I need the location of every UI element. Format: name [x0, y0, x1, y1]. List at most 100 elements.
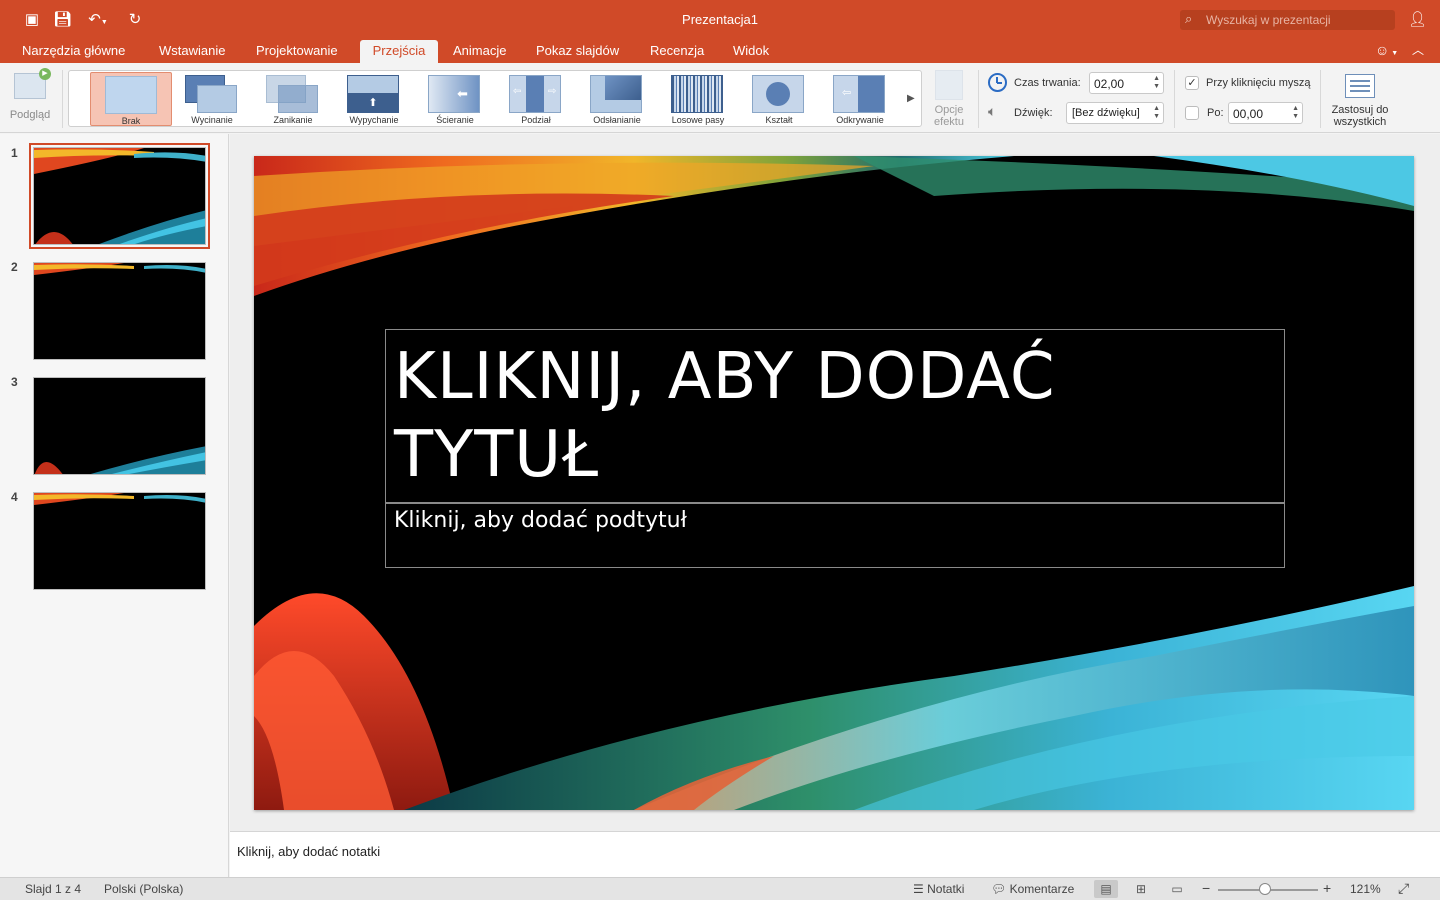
after-stepper[interactable]: ▲▼	[1228, 102, 1303, 124]
select-arrows-icon: ▲ ▼	[1153, 105, 1160, 120]
title-line-1: KLIKNIJ, ABY DODAĆ	[394, 340, 1056, 414]
stepper-arrows-icon[interactable]: ▲ ▼	[1292, 105, 1299, 121]
duration-input[interactable]	[1094, 76, 1149, 91]
fit-to-window-icon[interactable]: ⤢	[1398, 880, 1409, 897]
gallery-more-arrow-icon[interactable]: ▶	[907, 93, 915, 104]
slideshow-view-icon[interactable]: ▭	[1165, 880, 1189, 898]
preview-icon	[14, 68, 51, 99]
current-slide[interactable]: KLIKNIJ, ABY DODAĆ TYTUŁ Kliknij, aby do…	[254, 156, 1414, 810]
title-placeholder[interactable]: KLIKNIJ, ABY DODAĆ TYTUŁ	[385, 329, 1285, 503]
transition-random-bars-icon	[671, 75, 723, 113]
notes-toggle[interactable]: ☰ Notatki	[913, 882, 964, 896]
divider	[1174, 70, 1175, 128]
transition-label: Kształt	[765, 115, 793, 125]
slides-pane: 1 2 3 4	[0, 134, 229, 878]
zoom-slider-knob[interactable]	[1259, 883, 1271, 895]
clock-icon	[988, 73, 1007, 92]
comment-icon: 💬︎	[991, 882, 1007, 896]
feedback-smiley-icon[interactable]: ☺ ▼	[1375, 42, 1398, 58]
notes-placeholder: Kliknij, aby dodać notatki	[237, 844, 381, 859]
transition-label: Ścieranie	[436, 115, 474, 125]
apply-to-all-icon	[1345, 74, 1375, 98]
transition-none-icon	[105, 76, 157, 114]
tab-design[interactable]: Projektowanie	[246, 40, 348, 63]
thumbnail-artwork	[34, 446, 205, 474]
slide-thumbnail-3[interactable]	[33, 377, 206, 475]
sound-select[interactable]: [Bez dźwięku] ▲ ▼	[1066, 102, 1164, 124]
on-click-checkbox[interactable]: ✓	[1185, 76, 1199, 90]
redo-icon[interactable]: ↻	[126, 11, 144, 29]
transition-shape-icon	[752, 75, 804, 113]
divider	[978, 70, 979, 128]
slide-number: 1	[11, 146, 18, 160]
undo-icon[interactable]: ↶▼	[84, 11, 112, 29]
zoom-level[interactable]: 121%	[1350, 882, 1381, 896]
slide-thumbnail-1[interactable]	[29, 143, 210, 249]
transitions-gallery: Brak Wycinanie Zanikanie ⬆ Wypychanie ⬅ …	[68, 70, 922, 127]
divider	[62, 70, 63, 128]
tab-transitions[interactable]: Przejścia	[360, 40, 438, 63]
preview-button[interactable]: Podgląd	[8, 68, 52, 127]
transition-split-icon: ⇦ ⇨	[509, 75, 561, 113]
transition-none[interactable]: Brak	[90, 72, 172, 126]
slide-thumbnail-2[interactable]	[33, 262, 206, 360]
language-indicator[interactable]: Polski (Polska)	[104, 882, 183, 896]
tab-insert[interactable]: Wstawianie	[149, 40, 235, 63]
effect-options-button[interactable]: Opcje efektu	[928, 70, 970, 130]
slide-editor: KLIKNIJ, ABY DODAĆ TYTUŁ Kliknij, aby do…	[230, 134, 1440, 831]
after-checkbox[interactable]	[1185, 106, 1199, 120]
transition-wipe[interactable]: ⬅ Ścieranie	[414, 72, 496, 126]
stepper-arrows-icon[interactable]: ▲ ▼	[1153, 75, 1160, 91]
slide-number: 2	[11, 260, 18, 274]
transition-label: Wypychanie	[349, 115, 399, 125]
after-input[interactable]	[1233, 106, 1288, 121]
transition-label: Wycinanie	[191, 115, 233, 125]
transition-push-icon: ⬆	[347, 75, 399, 113]
transition-fade[interactable]: Zanikanie	[252, 72, 334, 126]
apply-to-all-button[interactable]: Zastosuj do wszystkich	[1325, 68, 1395, 130]
preview-label: Podgląd	[9, 109, 51, 121]
transition-uncover[interactable]: ⇦ Odkrywanie	[819, 72, 901, 126]
slide-sorter-view-icon[interactable]: ⊞	[1129, 880, 1153, 898]
transition-push[interactable]: ⬆ Wypychanie	[333, 72, 415, 126]
search-box[interactable]: ⌕	[1180, 10, 1395, 30]
search-icon: ⌕	[1185, 11, 1193, 26]
normal-view-icon[interactable]: ▤	[1094, 880, 1118, 898]
notes-label: Notatki	[927, 882, 965, 896]
zoom-out-icon[interactable]: −	[1202, 880, 1210, 896]
comments-label: Komentarze	[1009, 882, 1075, 896]
transition-reveal[interactable]: Odsłanianie	[576, 72, 658, 126]
transition-label: Brak	[121, 116, 141, 126]
subtitle-placeholder[interactable]: Kliknij, aby dodać podtytuł	[385, 503, 1285, 568]
title-line-2: TYTUŁ	[394, 418, 600, 492]
collapse-ribbon-icon[interactable]: ︿	[1412, 41, 1424, 58]
notes-pane[interactable]: Kliknij, aby dodać notatki	[230, 831, 1440, 877]
transition-random-bars[interactable]: Losowe pasy	[657, 72, 739, 126]
add-person-icon[interactable]: 👤︎	[1408, 10, 1427, 28]
tab-view[interactable]: Widok	[723, 40, 779, 63]
tab-review[interactable]: Recenzja	[640, 40, 714, 63]
transition-shape[interactable]: Kształt	[738, 72, 820, 126]
apply-to-all-label-line1: Zastosuj do	[1331, 104, 1389, 116]
duration-stepper[interactable]: ▲▼	[1089, 72, 1164, 94]
zoom-in-icon[interactable]: +	[1323, 880, 1331, 896]
tab-animations[interactable]: Animacje	[443, 40, 516, 63]
transition-label: Podział	[521, 115, 551, 125]
transition-cut[interactable]: Wycinanie	[171, 72, 253, 126]
transition-label: Odkrywanie	[836, 115, 884, 125]
transition-split[interactable]: ⇦ ⇨ Podział	[495, 72, 577, 126]
tab-home[interactable]: Narzędzia główne	[12, 40, 135, 63]
transition-reveal-icon	[590, 75, 642, 113]
title-text: KLIKNIJ, ABY DODAĆ TYTUŁ	[394, 338, 1274, 494]
save-icon[interactable]: 💾︎	[53, 11, 72, 29]
comments-toggle[interactable]: 💬︎ Komentarze	[991, 882, 1074, 896]
search-input[interactable]	[1206, 12, 1391, 28]
sidebar-toggle-icon[interactable]: ▣	[23, 11, 41, 29]
transition-label: Zanikanie	[273, 115, 313, 125]
thumbnail-artwork	[34, 493, 205, 505]
slide-thumbnail-4[interactable]	[33, 492, 206, 590]
status-bar: Slajd 1 z 4 Polski (Polska) ☰ Notatki 💬︎…	[0, 877, 1440, 900]
tab-slideshow[interactable]: Pokaz slajdów	[526, 40, 629, 63]
effect-options-label-line2: efektu	[934, 116, 964, 128]
ribbon: Podgląd Brak Wycinanie Zanikanie ⬆	[0, 63, 1440, 133]
